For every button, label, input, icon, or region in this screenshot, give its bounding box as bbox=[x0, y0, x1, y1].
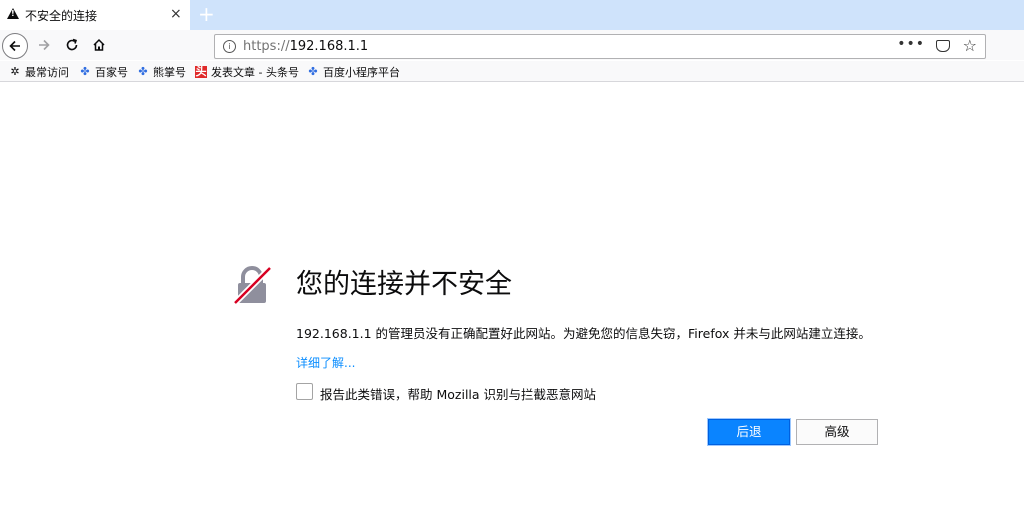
url-bar[interactable]: i https://192.168.1.1 ••• ☆ bbox=[214, 34, 986, 59]
arrow-right-icon bbox=[39, 39, 50, 51]
bookmark-baijiahao[interactable]: ✤ 百家号 bbox=[79, 64, 128, 80]
page-actions-menu-icon[interactable]: ••• bbox=[897, 36, 925, 52]
report-error-checkbox[interactable] bbox=[296, 383, 313, 400]
gear-icon: ✲ bbox=[10, 65, 20, 78]
bookmark-toutiao[interactable]: 头 发表文章 - 头条号 bbox=[195, 64, 299, 80]
new-tab-button[interactable]: + bbox=[198, 3, 215, 25]
tab-insecure-connection[interactable]: 不安全的连接 × bbox=[0, 0, 190, 30]
tab-title: 不安全的连接 bbox=[25, 9, 98, 23]
advanced-button[interactable]: 高级 bbox=[796, 419, 878, 445]
close-tab-icon[interactable]: × bbox=[170, 6, 182, 22]
bookmark-xiongzhanghao[interactable]: ✤ 熊掌号 bbox=[137, 64, 186, 80]
reload-button[interactable] bbox=[62, 30, 82, 60]
error-description: 192.168.1.1 的管理员没有正确配置好此网站。为避免您的信息失窃，Fir… bbox=[296, 326, 871, 341]
arrow-left-icon bbox=[9, 40, 20, 52]
url-text[interactable]: https://192.168.1.1 bbox=[243, 39, 368, 54]
back-button[interactable] bbox=[2, 33, 28, 59]
bookmarks-toolbar: ✲ 最常访问 ✤ 百家号 ✤ 熊掌号 头 发表文章 - 头条号 ✤ 百度小程序平… bbox=[0, 61, 1024, 82]
tab-strip: 不安全的连接 × + bbox=[0, 0, 1024, 30]
broken-lock-icon bbox=[232, 265, 272, 305]
reload-icon bbox=[66, 38, 78, 51]
bookmark-most-visited[interactable]: ✲ 最常访问 bbox=[9, 64, 69, 80]
home-icon bbox=[93, 38, 105, 51]
forward-button[interactable] bbox=[34, 30, 54, 60]
tab-strip-background bbox=[190, 0, 1024, 30]
go-back-button[interactable]: 后退 bbox=[708, 419, 790, 445]
bookmark-baidu-miniprogram[interactable]: ✤ 百度小程序平台 bbox=[307, 64, 400, 80]
warning-icon bbox=[7, 8, 19, 19]
pocket-icon[interactable] bbox=[936, 40, 950, 52]
error-title: 您的连接并不安全 bbox=[296, 269, 512, 300]
site-info-icon[interactable]: i bbox=[223, 40, 236, 53]
bookmark-star-icon[interactable]: ☆ bbox=[963, 36, 977, 56]
baidu-paw-icon: ✤ bbox=[138, 65, 148, 78]
baidu-paw-icon: ✤ bbox=[80, 65, 90, 78]
toutiao-icon: 头 bbox=[195, 65, 207, 78]
learn-more-link[interactable]: 详细了解... bbox=[296, 354, 355, 371]
home-button[interactable] bbox=[89, 30, 109, 60]
report-error-label: 报告此类错误，帮助 Mozilla 识别与拦截恶意网站 bbox=[320, 387, 597, 402]
baidu-paw-icon: ✤ bbox=[308, 65, 318, 78]
